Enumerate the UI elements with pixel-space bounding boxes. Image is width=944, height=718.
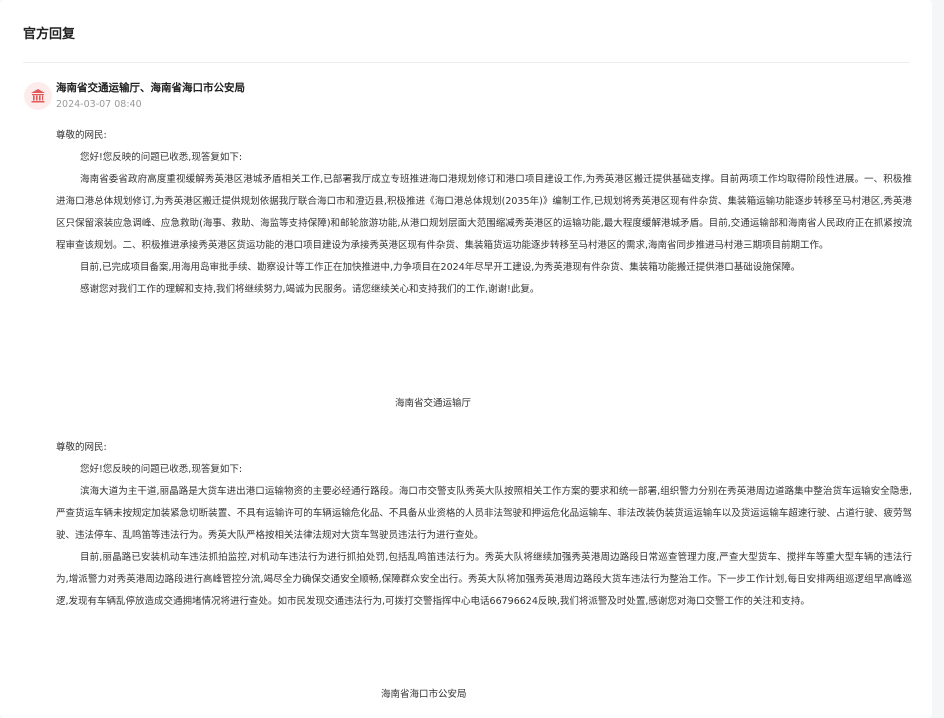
paragraph: 目前,已完成项目备案,用海用岛审批手续、勘察设计等工作正在加快推进中,力争项目在… — [80, 262, 801, 273]
reply-timestamp: 2024-03-07 08:40 — [56, 99, 142, 110]
salutation: 尊敬的网民: — [56, 130, 107, 141]
salutation: 尊敬的网民: — [56, 442, 107, 453]
signature-transport: 海南省交通运输厅 — [395, 398, 472, 409]
paragraph: 海南省委省政府高度重视缓解秀英港区港城矛盾相关工作,已部署我厅成立专班推进海口港… — [56, 174, 912, 251]
greeting: 您好!您反映的问题已收悉,现答复如下: — [80, 152, 243, 163]
reply-body-transport: 尊敬的网民: 您好!您反映的问题已收悉,现答复如下: 海南省委省政府高度重视缓解… — [56, 125, 912, 301]
government-building-icon — [31, 89, 45, 103]
paragraph: 滨海大道为主干道,丽晶路是大货车进出港口运输物资的主要必经通行路段。海口市交警支… — [56, 486, 912, 541]
divider — [23, 62, 910, 63]
author-avatar — [24, 82, 52, 110]
reply-body-police: 尊敬的网民: 您好!您反映的问题已收悉,现答复如下: 滨海大道为主干道,丽晶路是… — [56, 437, 912, 613]
official-reply-card: 官方回复 海南省交通运输厅、海南省海口市公安局 2024-03-07 08:40… — [0, 0, 932, 718]
reply-author: 海南省交通运输厅、海南省海口市公安局 — [56, 82, 245, 94]
closing: 感谢您对我们工作的理解和支持,我们将继续努力,竭诚为民服务。请您继续关心和支持我… — [80, 284, 540, 295]
signature-police: 海南省海口市公安局 — [381, 689, 467, 700]
section-title: 官方回复 — [23, 27, 76, 42]
scrollbar[interactable] — [936, 0, 944, 718]
greeting: 您好!您反映的问题已收悉,现答复如下: — [80, 464, 243, 475]
paragraph: 目前,丽晶路已安装机动车违法抓拍监控,对机动车违法行为进行抓拍处罚,包括乱鸣笛违… — [56, 552, 912, 607]
